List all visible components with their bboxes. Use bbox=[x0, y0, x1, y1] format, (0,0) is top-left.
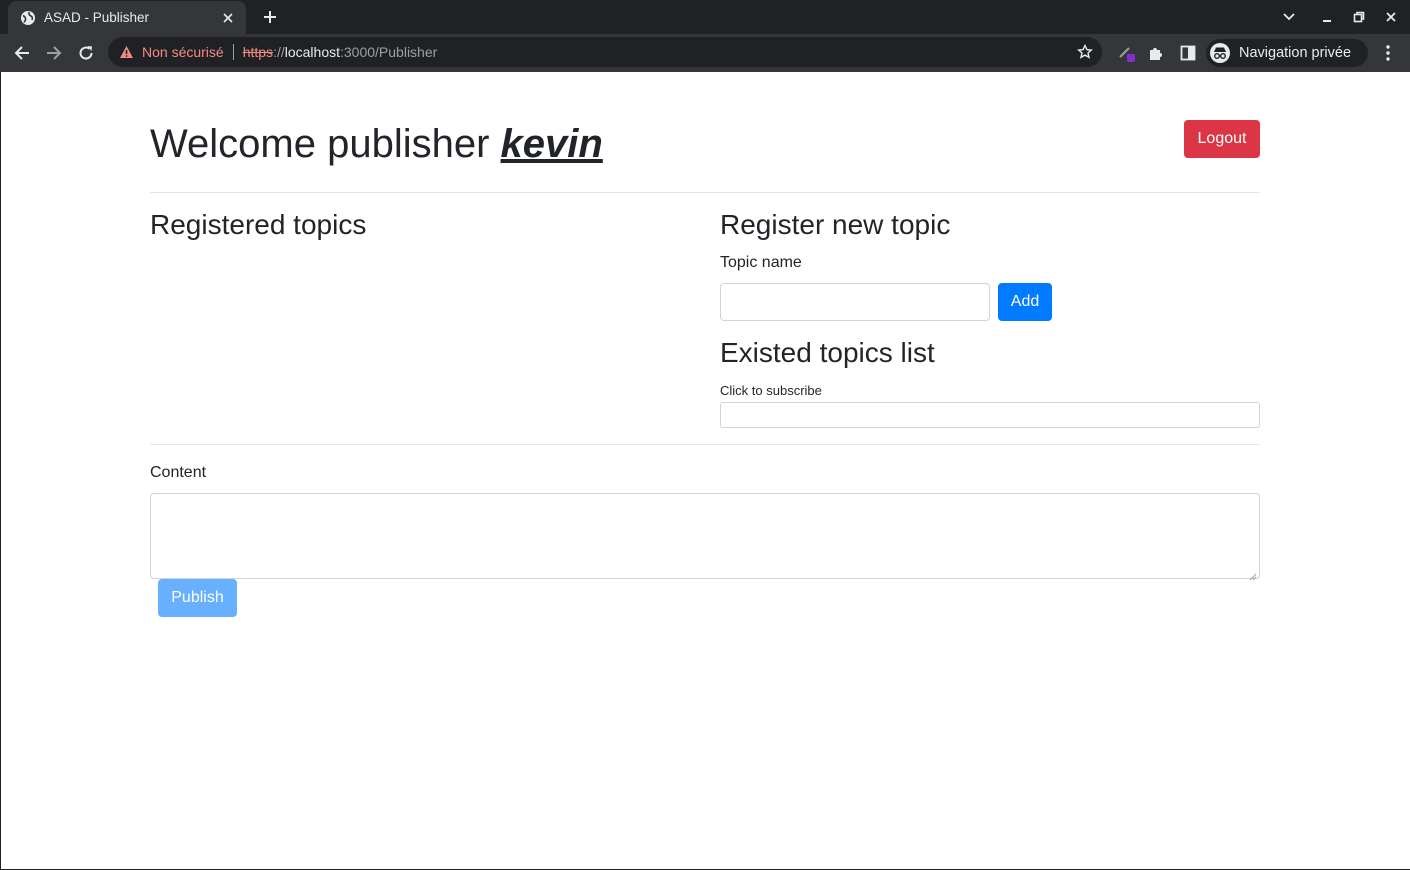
header-divider bbox=[150, 192, 1260, 193]
url-host: localhost bbox=[284, 44, 340, 60]
registered-topics-list bbox=[150, 248, 690, 438]
profile-label: Navigation privée bbox=[1239, 45, 1352, 61]
tab-search-chevron-icon[interactable] bbox=[1278, 6, 1300, 28]
close-window-icon[interactable] bbox=[1380, 6, 1402, 28]
bookmark-star-icon[interactable] bbox=[1076, 43, 1094, 61]
url-text[interactable]: https://localhost:3000/Publisher bbox=[243, 44, 438, 60]
url-path: :3000/Publisher bbox=[340, 44, 438, 60]
side-panel-icon[interactable] bbox=[1177, 42, 1199, 64]
url-scheme: https bbox=[242, 44, 274, 60]
page-title: Welcome publisher kevin bbox=[150, 120, 603, 168]
existed-topics-heading: Existed topics list bbox=[720, 337, 935, 368]
new-tab-icon[interactable] bbox=[258, 5, 282, 29]
incognito-icon bbox=[1210, 43, 1230, 63]
url-separator: :// bbox=[273, 44, 285, 60]
page-title-prefix: Welcome publisher bbox=[150, 122, 501, 166]
existed-topics-list[interactable] bbox=[720, 402, 1260, 428]
omnibox-divider bbox=[232, 44, 234, 60]
click-to-subscribe-hint: Click to subscribe bbox=[720, 383, 822, 398]
register-new-topic-heading: Register new topic bbox=[720, 209, 951, 240]
add-topic-button[interactable]: Add bbox=[998, 283, 1052, 321]
content-label: Content bbox=[150, 464, 207, 481]
incognito-profile-chip[interactable]: Navigation privée bbox=[1206, 39, 1368, 67]
minimize-icon[interactable] bbox=[1316, 6, 1338, 28]
content-divider bbox=[150, 444, 1260, 445]
browser-tab[interactable]: ASAD - Publisher bbox=[8, 1, 246, 34]
topic-name-input[interactable] bbox=[720, 283, 990, 321]
browser-tabstrip: ASAD - Publisher bbox=[0, 0, 1410, 34]
not-secure-label[interactable]: Non sécurisé bbox=[142, 44, 224, 60]
globe-icon bbox=[20, 10, 36, 26]
close-tab-icon[interactable] bbox=[220, 10, 236, 26]
tab-title: ASAD - Publisher bbox=[44, 10, 150, 25]
forward-arrow-icon[interactable] bbox=[41, 40, 67, 66]
browser-menu-icon[interactable] bbox=[1377, 42, 1399, 64]
restore-icon[interactable] bbox=[1348, 6, 1370, 28]
extension-pen-icon[interactable] bbox=[1116, 42, 1138, 64]
browser-toolbar: Non sécurisé https://localhost:3000/Publ… bbox=[0, 34, 1410, 72]
warning-icon bbox=[118, 44, 134, 60]
publisher-username: kevin bbox=[500, 122, 603, 166]
resize-grip-icon[interactable] bbox=[1249, 568, 1257, 581]
back-arrow-icon[interactable] bbox=[9, 40, 35, 66]
logout-button[interactable]: Logout bbox=[1184, 120, 1260, 158]
topic-name-label: Topic name bbox=[720, 254, 802, 271]
reload-icon[interactable] bbox=[73, 40, 99, 66]
address-bar[interactable]: Non sécurisé https://localhost:3000/Publ… bbox=[108, 37, 1102, 67]
publish-button[interactable]: Publish bbox=[158, 579, 237, 617]
page-viewport: Welcome publisher kevin Logout Registere… bbox=[1, 72, 1410, 869]
extensions-puzzle-icon[interactable] bbox=[1145, 42, 1167, 64]
registered-topics-heading: Registered topics bbox=[150, 209, 367, 240]
content-textarea[interactable] bbox=[150, 493, 1260, 581]
